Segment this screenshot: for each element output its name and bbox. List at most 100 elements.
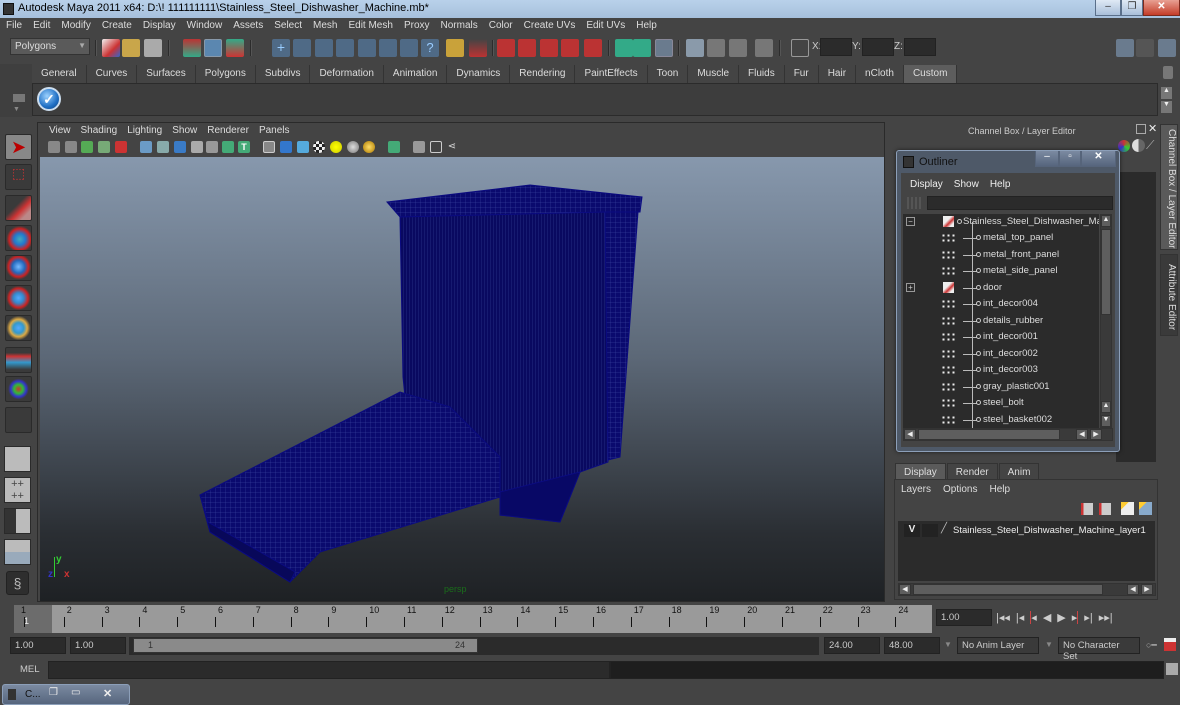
outliner-menu-help[interactable]: Help xyxy=(985,179,1017,190)
image-plane-icon[interactable] xyxy=(98,141,110,153)
transform-input-icon[interactable] xyxy=(791,39,809,57)
four-view-layout-icon[interactable]: ++ ++ xyxy=(4,477,31,503)
restore-button[interactable]: ❐ xyxy=(1121,0,1143,16)
outliner-item[interactable]: details_rubber xyxy=(903,313,1099,329)
make-live-icon[interactable] xyxy=(584,39,602,57)
scroll-up-icon[interactable]: ▲ xyxy=(1101,215,1111,227)
shelf-scroll-up-icon[interactable]: ▲ xyxy=(1161,87,1172,99)
menu-edit[interactable]: Edit xyxy=(27,18,55,34)
scale-tool-icon[interactable] xyxy=(5,285,32,311)
outliner-item[interactable]: − Stainless_Steel_Dishwasher_Mach xyxy=(903,214,1099,230)
script-editor-icon[interactable] xyxy=(1166,663,1178,675)
close-button[interactable]: ✕ xyxy=(1143,0,1180,16)
lasso-tool-icon[interactable]: ⬚ xyxy=(5,164,32,190)
layer-menu-help[interactable]: Help xyxy=(989,484,1010,495)
perspective-viewport[interactable]: y x z persp xyxy=(40,157,884,601)
select-by-component-icon[interactable] xyxy=(226,39,244,57)
layer-visibility-toggle[interactable]: V xyxy=(904,524,920,537)
command-language-label[interactable]: MEL xyxy=(20,664,40,675)
channel-box-colors-icon[interactable] xyxy=(1118,140,1130,152)
new-layer-from-selected-icon[interactable] xyxy=(1139,502,1152,515)
shelf-tab-general[interactable]: General xyxy=(32,65,87,83)
show-manipulator-icon[interactable] xyxy=(5,376,32,402)
menu-normals[interactable]: Normals xyxy=(435,18,483,34)
viewport-menu-view[interactable]: View xyxy=(44,124,76,136)
menu-window[interactable]: Window xyxy=(181,18,228,34)
step-forward-frame-icon[interactable]: ▸| xyxy=(1084,611,1092,624)
camera-attributes-icon[interactable] xyxy=(65,141,77,153)
save-scene-icon[interactable] xyxy=(144,39,162,57)
side-tab-attribute-editor[interactable]: Attribute Editor xyxy=(1160,254,1178,336)
scroll-left-icon[interactable]: ◀ xyxy=(899,584,911,595)
outliner-filter-input[interactable] xyxy=(927,196,1113,210)
trash-icon[interactable] xyxy=(1163,66,1173,79)
close-panel-icon[interactable]: ✕ xyxy=(1148,122,1157,135)
layer-tab-render[interactable]: Render xyxy=(946,463,998,479)
viewport-menu-shading[interactable]: Shading xyxy=(76,124,123,136)
select-surface-icon[interactable] xyxy=(336,39,354,57)
two-d-pan-zoom-icon[interactable] xyxy=(115,141,127,153)
shelf-scroll-down-icon[interactable]: ▼ xyxy=(1161,101,1172,113)
select-curve-icon[interactable] xyxy=(315,39,333,57)
snap-curve-icon[interactable] xyxy=(518,39,536,57)
minimized-restore-icon[interactable]: ❐ xyxy=(49,687,58,698)
maya-logo-icon[interactable]: § xyxy=(6,571,29,595)
select-tool-icon[interactable]: ➤ xyxy=(5,134,32,160)
outliner-menu-show[interactable]: Show xyxy=(949,179,985,190)
outliner-close-button[interactable]: ✕ xyxy=(1081,151,1116,167)
output-ops-icon[interactable] xyxy=(633,39,651,57)
outliner-item[interactable]: int_decor003 xyxy=(903,362,1099,378)
menu-file[interactable]: File xyxy=(0,18,27,34)
shelf-tab-surfaces[interactable]: Surfaces xyxy=(137,65,196,83)
all-lights-icon[interactable] xyxy=(363,141,375,153)
move-layer-down-icon[interactable] xyxy=(1099,503,1111,515)
shelf-tab-painteffects[interactable]: PaintEffects xyxy=(575,65,648,83)
side-tab-channel-box[interactable]: Channel Box / Layer Editor xyxy=(1160,124,1178,250)
select-rendering-icon[interactable] xyxy=(400,39,418,57)
checkmark-shelf-button-icon[interactable]: ✓ xyxy=(37,87,61,111)
minimized-maximize-icon[interactable]: ▭ xyxy=(71,687,80,698)
minimized-close-icon[interactable]: ✕ xyxy=(103,687,112,700)
attribute-editor-toggle-icon[interactable] xyxy=(1116,39,1134,57)
outliner-scroll-thumb[interactable] xyxy=(1101,229,1111,315)
shelf-tab-fur[interactable]: Fur xyxy=(784,65,819,83)
wireframe-on-shaded-icon[interactable] xyxy=(297,141,309,153)
layer-tab-anim[interactable]: Anim xyxy=(998,463,1040,479)
play-forwards-icon[interactable]: ▶ xyxy=(1057,611,1065,624)
current-time-field[interactable]: 1.00 xyxy=(936,609,992,626)
scroll-right-icon[interactable]: ▶ xyxy=(1090,429,1102,440)
persp-outliner-layout-icon[interactable] xyxy=(4,508,31,534)
outliner-menu-display[interactable]: Display xyxy=(905,179,949,190)
y-field[interactable] xyxy=(862,38,894,56)
step-forward-key-icon[interactable]: ▸ xyxy=(1072,611,1079,624)
menu-create-uvs[interactable]: Create UVs xyxy=(518,18,581,34)
shelf-tab-subdivs[interactable]: Subdivs xyxy=(255,65,311,83)
scroll-down-icon[interactable]: ▲ xyxy=(1101,401,1111,413)
shelf-tab-custom[interactable]: Custom xyxy=(903,65,958,83)
new-layer-icon[interactable] xyxy=(1121,502,1134,515)
shelf-tab-ncloth[interactable]: nCloth xyxy=(856,65,904,83)
snap-point-icon[interactable] xyxy=(540,39,558,57)
field-chart-icon[interactable] xyxy=(206,141,218,153)
outliner-item[interactable]: int_decor004 xyxy=(903,296,1099,312)
anim-layer-dropdown-icon[interactable]: ▼ xyxy=(944,640,952,649)
open-scene-icon[interactable] xyxy=(122,39,140,57)
collapse-icon[interactable]: − xyxy=(906,217,915,226)
shelf-tab-toon[interactable]: Toon xyxy=(647,65,689,83)
shelf-tab-curves[interactable]: Curves xyxy=(86,65,138,83)
layer-display-type-toggle[interactable] xyxy=(922,524,938,537)
scroll-down-icon[interactable]: ▼ xyxy=(1101,415,1111,427)
outliner-item[interactable]: steel_bolt xyxy=(903,395,1099,411)
outliner-item[interactable]: int_decor001 xyxy=(903,329,1099,345)
move-layer-up-icon[interactable] xyxy=(1081,503,1093,515)
snap-grid-icon[interactable] xyxy=(497,39,515,57)
minimize-button[interactable]: – xyxy=(1095,0,1121,16)
grid-toggle-icon[interactable] xyxy=(140,141,152,153)
shadows-icon[interactable] xyxy=(347,141,359,153)
scroll-right-icon[interactable]: ▶ xyxy=(1141,584,1153,595)
shelf-tab-polygons[interactable]: Polygons xyxy=(195,65,256,83)
playback-end-field[interactable]: 24.00 xyxy=(824,637,880,654)
render-current-frame-icon[interactable] xyxy=(707,39,725,57)
menu-select[interactable]: Select xyxy=(268,18,307,34)
default-lighting-icon[interactable] xyxy=(330,141,342,153)
